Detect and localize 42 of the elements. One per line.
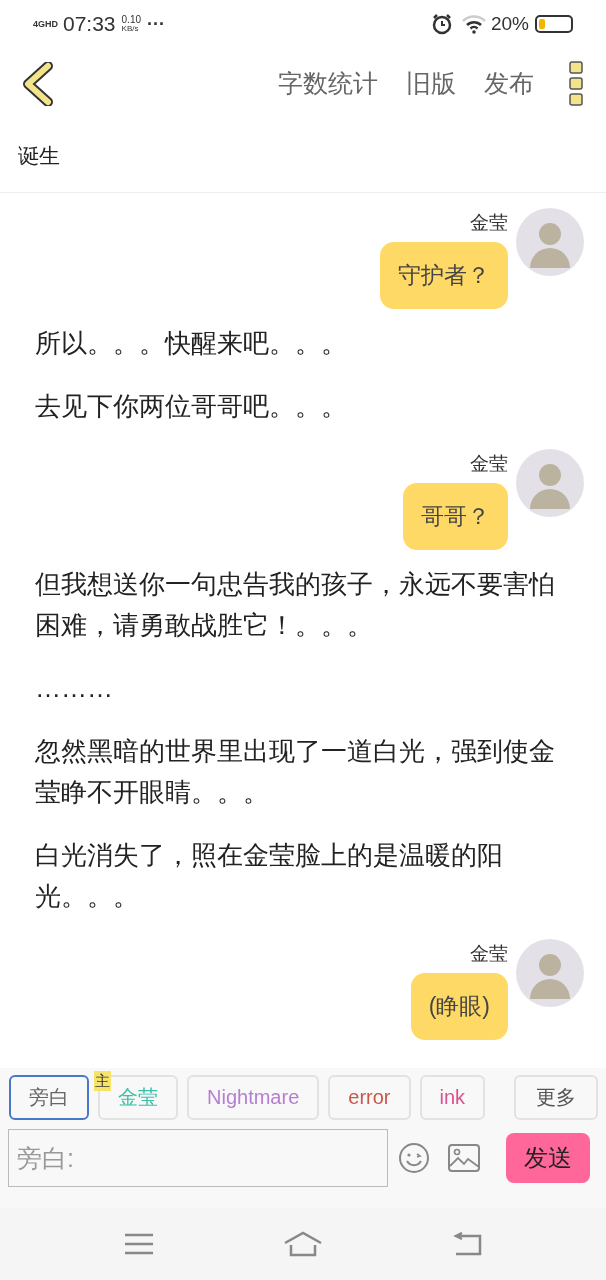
role-chip[interactable]: error bbox=[328, 1074, 411, 1120]
header-action[interactable]: 发布 bbox=[484, 65, 534, 103]
battery-percent: 20% bbox=[490, 11, 529, 36]
avatar-icon bbox=[516, 208, 584, 276]
chapter-title: 诞生 bbox=[18, 143, 60, 170]
wifi-icon bbox=[460, 14, 487, 34]
send-button[interactable]: 发送 bbox=[506, 1133, 590, 1183]
chat-bubble: (睁眼) bbox=[410, 973, 508, 1040]
more-button[interactable]: 更多 bbox=[514, 1074, 598, 1120]
speed-unit: KB/s bbox=[121, 25, 140, 33]
narration-text: 所以。。。快醒来吧。。。 bbox=[34, 327, 348, 360]
menu-icon[interactable] bbox=[568, 60, 584, 108]
clock: 07:33 bbox=[63, 11, 116, 38]
header-action[interactable]: 旧版 bbox=[406, 65, 456, 103]
narration-text: 白光消失了，照在金莹脸上的是温暖的阳光。。。 bbox=[34, 839, 504, 913]
avatar-icon bbox=[516, 939, 584, 1007]
speaker-name: 金莹 bbox=[470, 211, 508, 235]
back-icon[interactable] bbox=[22, 62, 54, 106]
image-icon[interactable] bbox=[448, 1144, 480, 1172]
chat-bubble: 守护者？ bbox=[380, 242, 508, 309]
narration-text: ……… bbox=[34, 672, 114, 705]
home-icon[interactable] bbox=[283, 1231, 323, 1257]
speed-value: 0.10 bbox=[121, 15, 142, 25]
main-badge: 主 bbox=[94, 1070, 111, 1091]
alarm-icon bbox=[430, 13, 453, 35]
notification-dots: ··· bbox=[147, 12, 165, 36]
emoji-icon[interactable] bbox=[398, 1142, 430, 1174]
header-action[interactable]: 字数统计 bbox=[278, 65, 378, 103]
signal-indicator: 4GHD bbox=[33, 19, 57, 29]
narration-text: 忽然黑暗的世界里出现了一道白光，强到使金莹睁不开眼睛。。。 bbox=[34, 735, 556, 809]
narration-text: 去见下你两位哥哥吧。。。 bbox=[34, 390, 348, 423]
speaker-name: 金莹 bbox=[470, 452, 508, 476]
message-input[interactable]: 旁白: bbox=[8, 1129, 388, 1187]
narration-text: 但我想送你一句忠告我的孩子，永远不要害怕困难，请勇敢战胜它！。。。 bbox=[34, 568, 556, 642]
chat-bubble: 哥哥？ bbox=[403, 483, 508, 550]
menu-icon[interactable] bbox=[124, 1233, 155, 1255]
role-chip[interactable]: Nightmare bbox=[187, 1074, 320, 1120]
role-chip[interactable]: ink bbox=[419, 1074, 486, 1120]
battery-icon bbox=[535, 15, 573, 33]
role-chip[interactable]: 旁白 bbox=[9, 1074, 89, 1120]
avatar-icon bbox=[516, 449, 584, 517]
speaker-name: 金莹 bbox=[470, 942, 508, 966]
